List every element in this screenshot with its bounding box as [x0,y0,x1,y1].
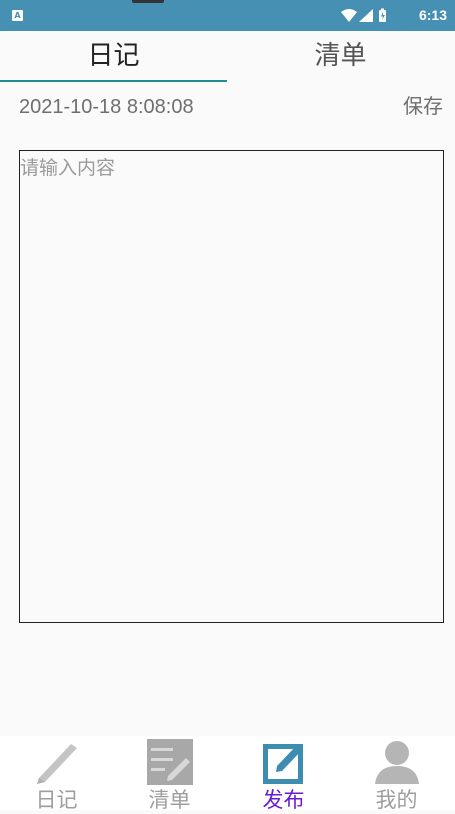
user-icon [374,741,419,784]
app-notification-icon: A [12,10,23,21]
status-icons [341,8,386,22]
list-edit-icon [146,739,193,785]
pen-icon [36,744,77,784]
compose-icon [262,744,303,784]
nav-item-checklist[interactable]: 清单 [113,736,226,812]
clock: 6:13 [418,7,447,23]
bottom-nav: 日记 清单 发布 我的 [0,736,455,812]
camera-notch [132,0,164,3]
nav-item-diary[interactable]: 日记 [0,736,113,812]
status-bar: A 6:13 [0,0,455,31]
tab-checklist[interactable]: 清单 [227,31,454,83]
nav-item-publish[interactable]: 发布 [227,736,340,812]
content-placeholder: 请输入内容 [20,157,116,179]
tab-diary[interactable]: 日记 [0,31,227,83]
nav-item-mine[interactable]: 我的 [340,736,453,812]
content-input[interactable]: 请输入内容 [19,150,444,623]
save-button[interactable]: 保存 [403,90,443,119]
tab-indicator [0,80,227,82]
wifi-icon [341,9,357,22]
signal-icon [359,9,373,22]
top-tabs: 日记 清单 [0,31,455,83]
entry-date: 2021-10-18 8:08:08 [19,96,194,118]
battery-icon [379,8,386,22]
